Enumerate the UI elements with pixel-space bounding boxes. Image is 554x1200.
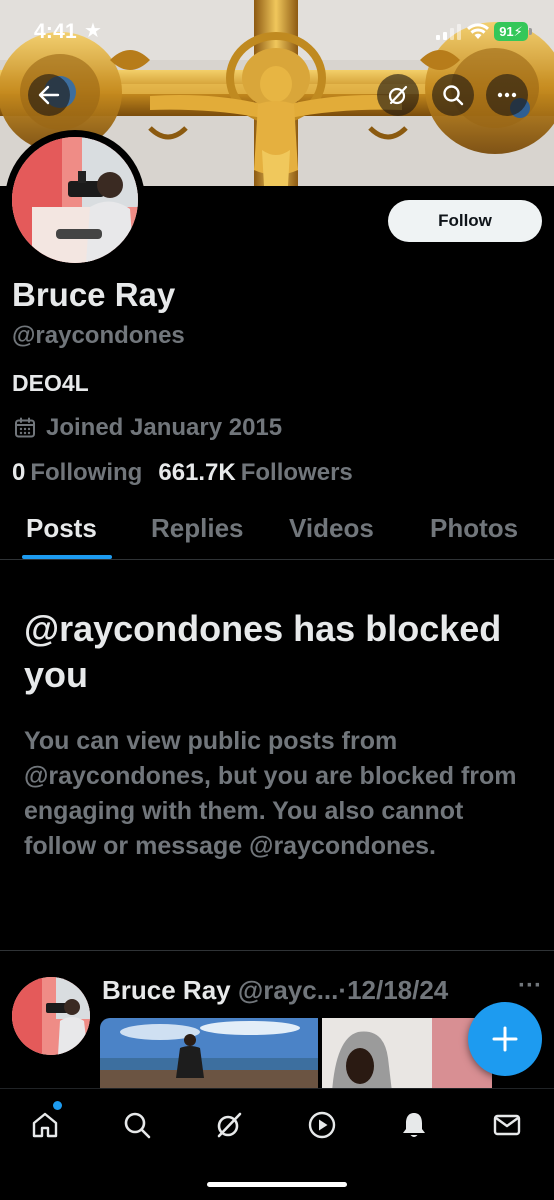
status-bar: 4:41 ★ 91⚡	[0, 0, 554, 64]
following-link[interactable]: 0 Following	[12, 459, 142, 487]
hoodie-photo	[322, 1018, 492, 1092]
grok-icon	[388, 85, 408, 105]
grok-icon	[217, 1112, 242, 1138]
profile-tabs: Posts Replies Videos Photos	[0, 500, 554, 560]
status-time: 4:41	[34, 20, 77, 43]
profile-bio: DEO4L	[12, 370, 89, 396]
cellular-signal-icon	[436, 24, 461, 40]
more-horizontal-icon	[497, 92, 517, 98]
search-button[interactable]	[432, 74, 474, 116]
post-author-name[interactable]: Bruce Ray	[102, 975, 231, 1005]
post-image-2[interactable]	[322, 1018, 492, 1092]
back-button[interactable]	[28, 74, 70, 116]
star-icon: ★	[84, 20, 102, 42]
post-separator: ·	[338, 975, 348, 1005]
grok-button[interactable]	[377, 74, 419, 116]
battery-indicator: 91⚡	[494, 22, 532, 41]
followers-count: 661.7K	[158, 459, 236, 486]
nav-grok[interactable]	[209, 1105, 249, 1145]
following-count: 0	[12, 459, 26, 486]
mail-icon	[493, 1114, 521, 1136]
compose-post-button[interactable]	[468, 1002, 542, 1076]
nav-notifications[interactable]	[394, 1105, 434, 1145]
joined-date: Joined January 2015	[14, 412, 282, 444]
play-icon	[308, 1111, 336, 1139]
beach-photo	[100, 1018, 318, 1092]
profile-handle: @raycondones	[12, 322, 185, 349]
tab-photos[interactable]: Photos	[430, 513, 518, 544]
search-icon	[443, 85, 464, 106]
followers-label: Followers	[240, 459, 353, 486]
active-tab-indicator	[22, 555, 112, 559]
post-image-1[interactable]	[100, 1018, 318, 1092]
search-icon	[124, 1112, 151, 1139]
post-avatar-photo	[12, 977, 90, 1055]
section-divider	[0, 950, 554, 951]
tab-videos[interactable]: Videos	[289, 513, 374, 544]
tab-posts[interactable]: Posts	[26, 513, 97, 544]
home-notification-dot	[53, 1101, 62, 1110]
display-name: Bruce Ray	[12, 276, 176, 313]
more-options-button[interactable]	[486, 74, 528, 116]
follow-button[interactable]: Follow	[388, 200, 542, 242]
blocked-message: You can view public posts from @raycondo…	[24, 727, 517, 860]
nav-search[interactable]	[117, 1105, 157, 1145]
plus-icon	[492, 1026, 518, 1052]
follow-stats: 0 Following 661.7K Followers	[12, 459, 353, 487]
tab-replies[interactable]: Replies	[151, 513, 244, 544]
nav-home[interactable]	[25, 1105, 65, 1145]
post-more-button[interactable]: ···	[518, 972, 542, 1000]
wifi-icon	[467, 23, 489, 39]
home-icon	[32, 1112, 58, 1138]
blocked-title: @raycondones has blocked you	[24, 608, 502, 695]
nav-video[interactable]	[302, 1105, 342, 1145]
avatar	[12, 137, 138, 263]
joined-text: Joined January 2015	[46, 414, 283, 441]
home-indicator[interactable]	[207, 1182, 347, 1187]
avatar-frame[interactable]	[5, 130, 145, 270]
post-author-handle[interactable]: @rayc...	[238, 975, 339, 1005]
nav-messages[interactable]	[487, 1105, 527, 1145]
avatar-photo	[12, 137, 138, 263]
followers-link[interactable]: 661.7K Followers	[158, 459, 352, 487]
post-header: Bruce Ray @rayc...·12/18/24	[102, 975, 448, 1006]
arrow-left-icon	[38, 85, 60, 105]
bell-icon	[403, 1113, 425, 1137]
following-label: Following	[30, 459, 143, 486]
battery-level: 91	[499, 24, 514, 39]
post-date[interactable]: 12/18/24	[347, 975, 448, 1005]
post-author-avatar[interactable]	[12, 977, 90, 1055]
calendar-icon	[15, 417, 35, 438]
